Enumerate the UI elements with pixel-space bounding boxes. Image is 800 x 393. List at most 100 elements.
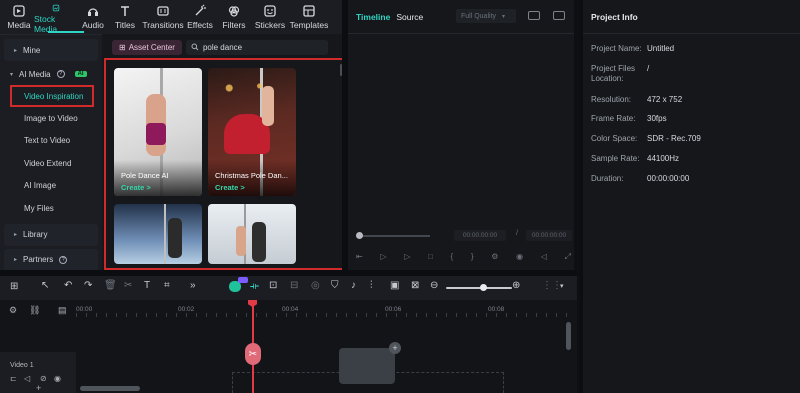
chevron-down-icon[interactable]: ▾ — [560, 282, 564, 290]
expand-arrow-icon: ▸ — [14, 257, 18, 263]
undo-icon[interactable]: ↶ — [64, 280, 72, 291]
shield-icon[interactable]: ⛉ — [331, 280, 339, 291]
nav-item-text-to-video[interactable]: Text to Video — [0, 130, 102, 153]
track-settings-icon[interactable]: ⚙ — [9, 305, 17, 316]
resolution-value: 472 x 752 — [647, 95, 683, 104]
chevron-down-icon: ▾ — [502, 13, 506, 20]
display-mode-icon[interactable] — [528, 11, 540, 20]
card-christmas-pole-dance[interactable]: Christmas Pole Dan... Create > — [208, 68, 296, 196]
progress-track[interactable] — [356, 235, 430, 237]
layout-grid-icon[interactable]: ⊞ — [10, 281, 22, 293]
camera-icon[interactable]: ◉ — [516, 252, 523, 264]
drop-zone[interactable] — [232, 372, 504, 393]
redo-icon[interactable]: ↷ — [84, 280, 92, 291]
nav-item-ai-image[interactable]: AI Image — [0, 175, 102, 198]
play-reverse-icon[interactable]: ▷ — [380, 252, 386, 264]
dancer-outfit — [146, 123, 166, 145]
folder-icon[interactable]: ⊏ — [10, 374, 17, 383]
nav-section-ai-media[interactable]: ▾ AI Media ? AI — [0, 63, 102, 85]
tab-audio[interactable]: Audio — [78, 0, 108, 34]
card-create-link[interactable]: Create > — [215, 183, 245, 192]
view-options-icon[interactable]: ⋮⋮ — [542, 280, 562, 291]
microphone-icon[interactable]: ♪ — [351, 280, 356, 291]
quality-dropdown[interactable]: Full Quality ▾ — [456, 9, 516, 23]
card-pole-dance-ai[interactable]: Pole Dance AI Create > — [114, 68, 202, 196]
zoom-slider[interactable] — [446, 287, 512, 289]
fullscreen-icon[interactable]: ⤢ — [565, 252, 571, 264]
tab-stock-media[interactable]: Stock Media — [34, 0, 78, 34]
visibility-eye-icon[interactable]: ◉ — [54, 374, 61, 383]
zoom-in-icon[interactable]: ⊕ — [512, 280, 520, 291]
tab-transitions[interactable]: Transitions — [142, 0, 184, 34]
nav-item-my-files[interactable]: My Files — [0, 197, 102, 220]
tab-templates[interactable]: Templates — [288, 0, 330, 34]
stickers-icon — [264, 5, 276, 17]
keyframe-icon[interactable]: ⊡ — [269, 280, 277, 291]
track-header-video-1: Video 1 ⊏ ◁ ⊘ ◉ + — [0, 352, 76, 393]
preview-panel: Timeline Source Full Quality ▾ 00:00:00:… — [348, 0, 574, 270]
timeline-horizontal-scrollbar[interactable] — [80, 386, 140, 391]
current-time[interactable]: 00:00:00:00 — [454, 230, 506, 241]
card-create-link[interactable]: Create > — [121, 183, 151, 192]
timeline-vertical-scrollbar[interactable] — [566, 322, 571, 350]
select-tool-icon[interactable]: ↖ — [41, 280, 49, 291]
tab-timeline[interactable]: Timeline — [356, 12, 390, 22]
nav-section-library[interactable]: ▸ Library — [4, 223, 98, 246]
project-location-value: / — [647, 64, 650, 73]
search-input[interactable]: pole dance — [185, 39, 328, 55]
nav-section-partners[interactable]: ▸ Partners ? — [4, 248, 98, 271]
text-tool-icon[interactable]: T — [144, 280, 150, 291]
audio-toggle-icon[interactable]: ◁ — [24, 374, 30, 383]
zoom-out-icon[interactable]: ⊖ — [430, 280, 438, 291]
nav-item-video-extend[interactable]: Video Extend — [0, 152, 102, 175]
play-icon[interactable]: ▷ — [404, 252, 410, 264]
nav-section-mine[interactable]: ▸ Mine — [4, 39, 98, 61]
mark-in-icon[interactable]: { — [451, 252, 454, 264]
card-stage-pole-dance[interactable] — [114, 204, 202, 264]
sample-rate-label: Sample Rate: — [591, 154, 640, 163]
tab-titles[interactable]: Titles — [108, 0, 142, 34]
tab-filters-label: Filters — [222, 20, 246, 30]
tab-media[interactable]: Media — [4, 0, 34, 34]
progress-knob[interactable] — [356, 232, 363, 239]
snap-icon[interactable]: ⊠ — [411, 280, 419, 291]
link-icon[interactable]: ⛓ — [29, 305, 40, 316]
lock-icon[interactable]: ⊘ — [40, 374, 47, 383]
split-scissor-icon[interactable]: ✂ — [245, 343, 261, 365]
add-media-icon[interactable]: + — [389, 342, 401, 354]
nav-item-video-inspiration[interactable]: Video Inspiration — [10, 85, 94, 107]
tab-effects[interactable]: Effects — [184, 0, 216, 34]
more-tools-icon[interactable]: » — [190, 280, 196, 291]
crop-icon[interactable]: ⌗ — [164, 280, 170, 291]
zoom-slider-knob[interactable] — [480, 284, 487, 291]
prev-frame-icon[interactable]: ⇤ — [356, 252, 363, 264]
cut-icon[interactable]: ✂ — [124, 280, 132, 291]
duration-label: Duration: — [591, 174, 624, 183]
snapshot-icon[interactable] — [553, 11, 565, 20]
effects-icon — [195, 4, 206, 16]
tab-source[interactable]: Source — [396, 12, 423, 22]
help-icon[interactable]: ? — [56, 70, 65, 78]
help-icon[interactable]: ? — [59, 255, 68, 264]
add-track-icon[interactable]: + — [36, 383, 41, 393]
mark-out-icon[interactable]: } — [471, 252, 474, 264]
tab-filters[interactable]: Filters — [216, 0, 252, 34]
track-manager-icon[interactable]: ▤ — [58, 305, 67, 316]
tab-media-label: Media — [7, 20, 31, 30]
audio-mixer-icon[interactable]: ⫶ — [370, 280, 373, 291]
nav-item-image-to-video[interactable]: Image to Video — [0, 107, 102, 130]
delete-icon[interactable]: 🗑 — [104, 280, 117, 291]
speed-icon[interactable]: ◎ — [311, 280, 320, 291]
stop-icon[interactable]: □ — [428, 252, 433, 264]
render-icon[interactable]: ▣ — [390, 280, 399, 291]
auto-sync-icon[interactable]: ⟛ — [250, 281, 259, 292]
freeze-frame-icon[interactable]: ⊟ — [290, 280, 298, 291]
card-studio-pole-dance[interactable] — [208, 204, 296, 264]
asset-center-button[interactable]: ⊞ Asset Center — [112, 39, 182, 55]
frame-rate-label: Frame Rate: — [591, 114, 636, 123]
volume-icon[interactable]: ◁ — [541, 252, 547, 264]
settings-icon[interactable]: ⚙ — [491, 252, 498, 264]
color-space-label: Color Space: — [591, 134, 638, 143]
tab-stickers[interactable]: Stickers — [252, 0, 288, 34]
dancer-figure — [168, 218, 182, 258]
